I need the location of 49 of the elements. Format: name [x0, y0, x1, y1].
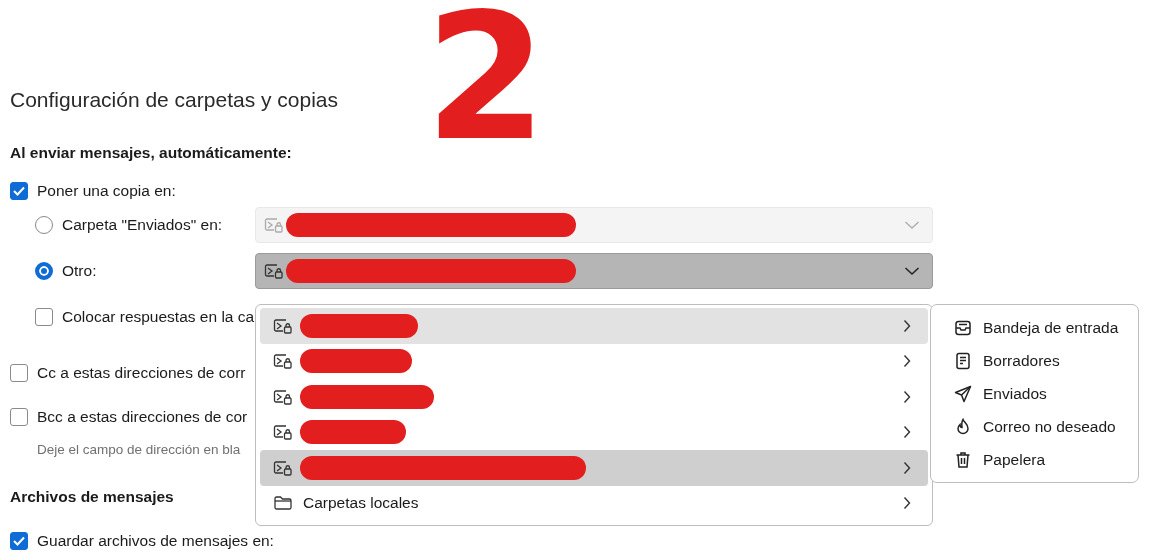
chevron-right-icon: [902, 354, 912, 369]
checkbox[interactable]: [10, 364, 28, 382]
submenu-item[interactable]: Enviados: [935, 377, 1134, 410]
mail-lock-icon: [273, 316, 293, 335]
checkbox[interactable]: [10, 182, 28, 200]
chevron-right-icon: [902, 318, 912, 333]
menu-item[interactable]: [260, 308, 928, 344]
menu-item[interactable]: [260, 450, 928, 486]
mail-lock-icon: [264, 262, 284, 280]
checkbox-label: Poner una copia en:: [37, 182, 176, 200]
paper-plane-icon: [954, 384, 972, 403]
mail-lock-icon: [273, 423, 293, 442]
chevron-right-icon: [902, 425, 912, 440]
mail-lock-icon: [273, 387, 293, 406]
checkbox[interactable]: [10, 408, 28, 426]
submenu-item[interactable]: Bandeja de entrada: [935, 311, 1134, 344]
chevron-down-icon: [904, 220, 920, 230]
mail-lock-icon: [273, 458, 293, 477]
submenu-item[interactable]: Borradores: [935, 344, 1134, 377]
section-title: Configuración de carpetas y copias: [10, 87, 339, 113]
submenu-item[interactable]: Correo no deseado: [935, 410, 1134, 443]
checkbox-label: Cc a estas direcciones de corr: [37, 364, 246, 382]
section-heading: Archivos de mensajes: [10, 487, 174, 507]
mail-lock-icon: [273, 352, 293, 371]
radio-label: Carpeta "Enviados" en:: [62, 216, 223, 234]
flame-icon: [954, 417, 972, 436]
chevron-right-icon: [902, 389, 912, 404]
checkbox-label: Colocar respuestas en la ca: [62, 308, 255, 326]
radio-button[interactable]: [35, 216, 53, 234]
inbox-tray-icon: [954, 318, 972, 337]
handwritten-annotation: 2: [425, 10, 547, 147]
trash-icon: [954, 450, 972, 469]
document-icon: [954, 351, 972, 370]
menu-item[interactable]: Carpetas locales: [260, 485, 928, 521]
checkbox-label: Guardar archivos de mensajes en:: [37, 532, 274, 550]
section-heading: Al enviar mensajes, automáticamente:: [10, 143, 292, 163]
radio-label: Otro:: [62, 262, 97, 280]
chevron-right-icon: [902, 496, 912, 511]
folder-select[interactable]: [255, 253, 933, 289]
checkbox-label: Bcc a estas direcciones de cor: [37, 408, 248, 426]
folder-icon: [273, 494, 293, 513]
checkbox[interactable]: [10, 532, 28, 550]
mail-lock-icon: [264, 216, 284, 234]
radio-button[interactable]: [35, 262, 53, 280]
chevron-down-icon: [904, 266, 920, 276]
chevron-right-icon: [902, 460, 912, 475]
hint-text: Deje el campo de dirección en bla: [37, 441, 241, 459]
submenu-item[interactable]: Papelera: [935, 443, 1134, 476]
checkbox[interactable]: [35, 308, 53, 326]
